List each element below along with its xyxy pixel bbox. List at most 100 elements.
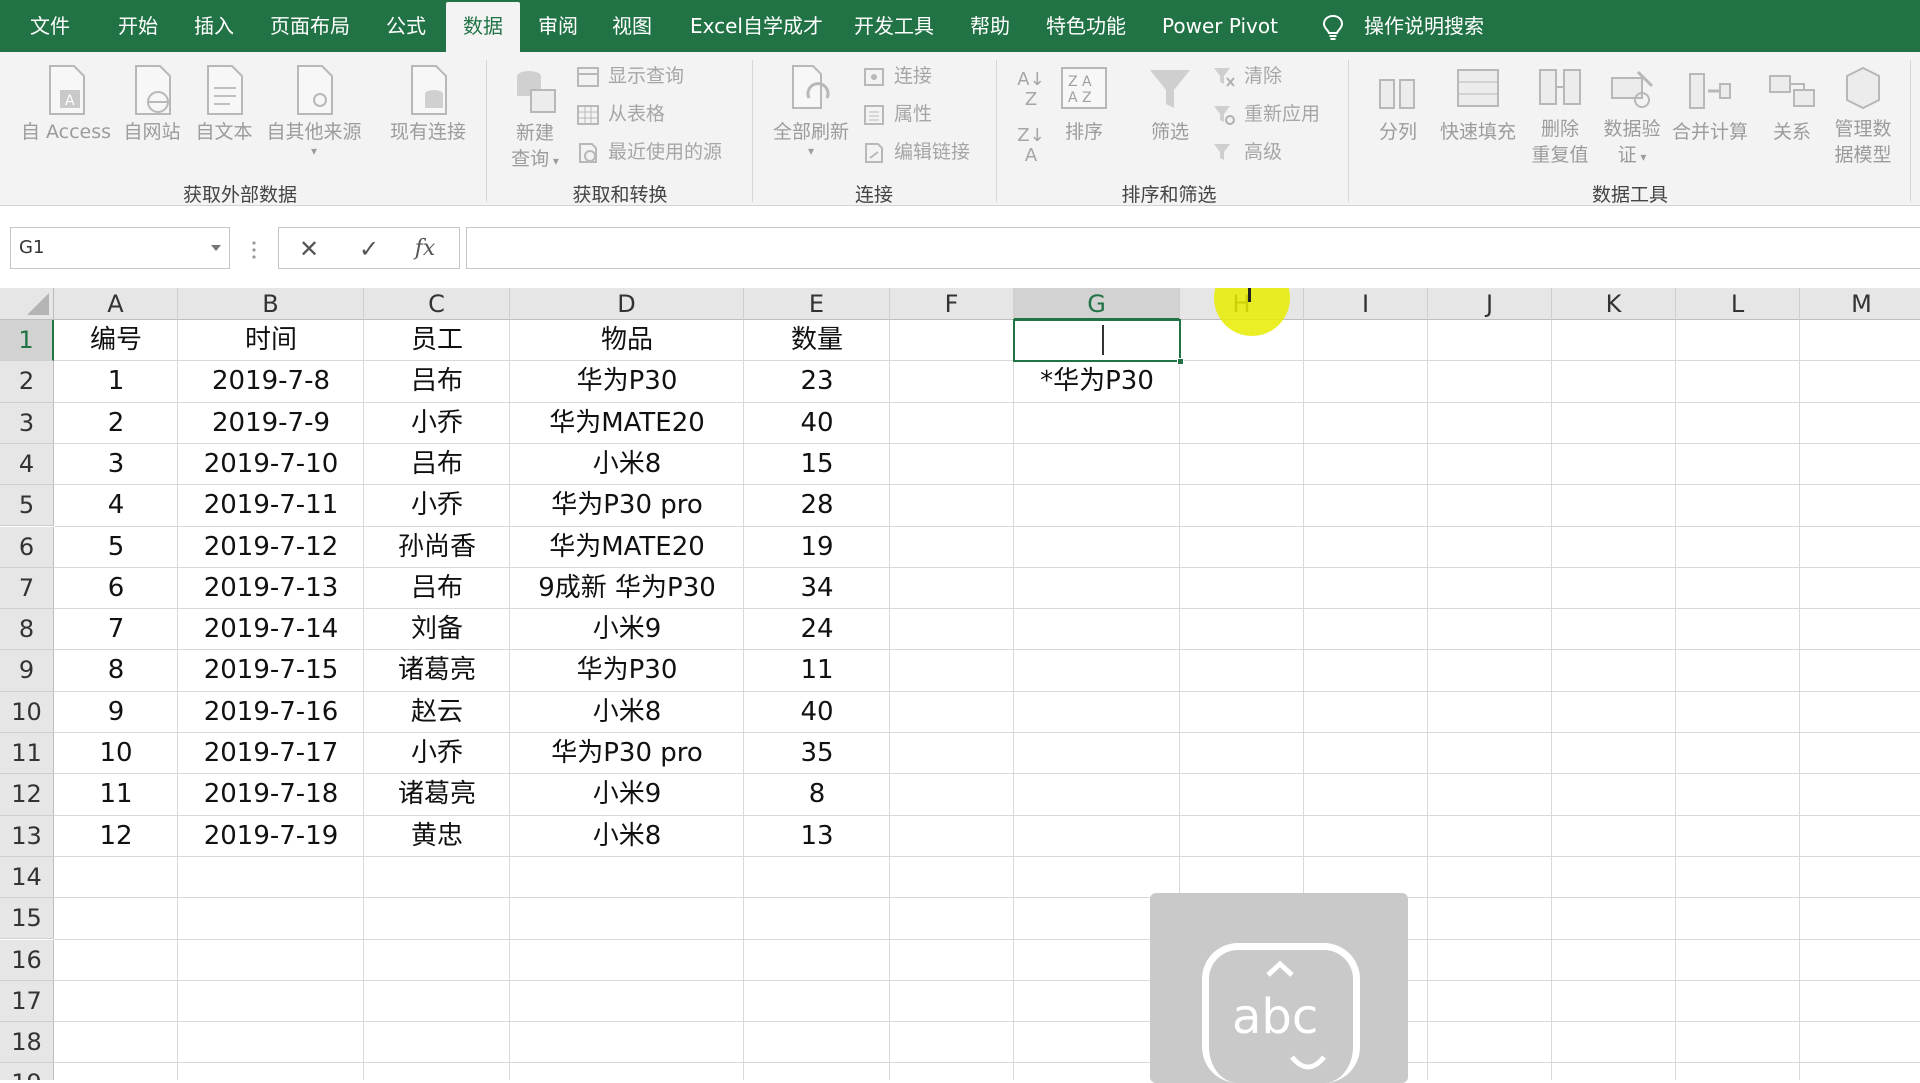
table-cell[interactable]: 小米8 (510, 692, 744, 733)
text-to-columns-button[interactable]: 分列 (1366, 64, 1430, 144)
table-cell[interactable]: 小米8 (510, 444, 744, 485)
criteria-cell-g2[interactable]: *华为P30 (1014, 361, 1180, 402)
tell-me-search[interactable]: 操作说明搜索 (1364, 0, 1484, 52)
insert-function-icon[interactable]: fx (409, 234, 441, 264)
row-header-15[interactable]: 15 (0, 898, 54, 940)
column-header-c[interactable]: C (364, 288, 510, 320)
table-cell[interactable]: 2 (54, 403, 178, 444)
table-cell[interactable]: 小米9 (510, 609, 744, 650)
table-cell[interactable]: 13 (744, 816, 890, 857)
chevron-down-icon[interactable] (211, 245, 221, 251)
column-header-i[interactable]: I (1304, 288, 1428, 320)
table-cell[interactable]: 11 (744, 650, 890, 691)
table-cell[interactable]: 华为P30 pro (510, 733, 744, 774)
table-cell[interactable]: 19 (744, 527, 890, 568)
column-header-k[interactable]: K (1552, 288, 1676, 320)
manage-data-model-button[interactable]: 管理数 据模型 (1828, 64, 1898, 168)
consolidate-button[interactable]: 合并计算 (1668, 64, 1752, 144)
relationships-button[interactable]: 关系 (1760, 64, 1824, 144)
from-table-button[interactable]: 从表格 (576, 102, 665, 126)
table-cell[interactable]: 40 (744, 692, 890, 733)
cancel-icon[interactable]: ✕ (293, 234, 325, 264)
header-cell[interactable]: 数量 (744, 320, 890, 361)
sort-descending-button[interactable]: Z↓ A (1014, 126, 1048, 166)
new-query-button[interactable]: 新建 查询 ▾ (504, 66, 566, 174)
flash-fill-button[interactable]: 快速填充 (1436, 64, 1520, 144)
table-cell[interactable]: 2019-7-10 (178, 444, 364, 485)
ime-indicator[interactable]: abc (1150, 893, 1408, 1083)
row-header-19[interactable]: 19 (0, 1063, 54, 1080)
header-cell[interactable]: 编号 (54, 320, 178, 361)
table-cell[interactable]: 小乔 (364, 403, 510, 444)
column-header-a[interactable]: A (54, 288, 178, 320)
table-cell[interactable]: 孙尚香 (364, 527, 510, 568)
tab-view[interactable]: 视图 (612, 0, 652, 52)
table-cell[interactable]: 2019-7-14 (178, 609, 364, 650)
formula-input[interactable] (466, 227, 1920, 269)
tab-review[interactable]: 审阅 (538, 0, 578, 52)
table-cell[interactable]: 24 (744, 609, 890, 650)
row-header-3[interactable]: 3 (0, 402, 54, 444)
table-cell[interactable]: 11 (54, 774, 178, 815)
row-header-10[interactable]: 10 (0, 691, 54, 733)
table-cell[interactable]: 2019-7-18 (178, 774, 364, 815)
tab-power-pivot[interactable]: Power Pivot (1162, 0, 1278, 52)
column-header-f[interactable]: F (890, 288, 1014, 320)
table-cell[interactable]: 2019-7-9 (178, 403, 364, 444)
table-cell[interactable]: 3 (54, 444, 178, 485)
table-cell[interactable]: 7 (54, 609, 178, 650)
header-cell[interactable]: 时间 (178, 320, 364, 361)
table-cell[interactable]: 华为P30 (510, 361, 744, 402)
table-cell[interactable]: 黄忠 (364, 816, 510, 857)
enter-check-icon[interactable]: ✓ (353, 234, 385, 264)
table-cell[interactable]: 2019-7-15 (178, 650, 364, 691)
table-cell[interactable]: 小乔 (364, 733, 510, 774)
table-cell[interactable]: 小米9 (510, 774, 744, 815)
sort-button[interactable]: Z AA Z 排序 (1056, 64, 1112, 144)
table-cell[interactable]: 9 (54, 692, 178, 733)
row-header-4[interactable]: 4 (0, 443, 54, 486)
table-cell[interactable]: 8 (744, 774, 890, 815)
advanced-filter-button[interactable]: 高级 (1212, 140, 1282, 164)
row-header-7[interactable]: 7 (0, 567, 54, 610)
name-box[interactable]: G1 (10, 227, 230, 269)
row-header-2[interactable]: 2 (0, 361, 54, 403)
column-header-b[interactable]: B (178, 288, 364, 320)
table-cell[interactable]: 华为MATE20 (510, 403, 744, 444)
table-cell[interactable]: 吕布 (364, 568, 510, 609)
table-cell[interactable]: 小米8 (510, 816, 744, 857)
active-cell-g1[interactable] (1013, 319, 1184, 366)
table-cell[interactable]: 2019-7-19 (178, 816, 364, 857)
table-cell[interactable]: 6 (54, 568, 178, 609)
row-header-5[interactable]: 5 (0, 485, 54, 527)
table-cell[interactable]: 小乔 (364, 485, 510, 526)
row-header-11[interactable]: 11 (0, 733, 54, 775)
table-cell[interactable]: 吕布 (364, 361, 510, 402)
tab-insert[interactable]: 插入 (194, 0, 234, 52)
from-other-sources-button[interactable]: 自其他来源 ▾ (264, 64, 364, 158)
tab-developer[interactable]: 开发工具 (854, 0, 934, 52)
row-header-12[interactable]: 12 (0, 774, 54, 816)
drag-handle-icon[interactable] (252, 240, 256, 260)
table-cell[interactable]: 2019-7-12 (178, 527, 364, 568)
tab-special[interactable]: 特色功能 (1046, 0, 1126, 52)
table-cell[interactable]: 华为P30 (510, 650, 744, 691)
table-cell[interactable]: 5 (54, 527, 178, 568)
table-cell[interactable]: 40 (744, 403, 890, 444)
table-cell[interactable]: 2019-7-13 (178, 568, 364, 609)
refresh-all-button[interactable]: 全部刷新 ▾ (766, 64, 856, 158)
from-web-button[interactable]: 自网站 (120, 64, 184, 144)
select-all-corner[interactable] (0, 288, 54, 320)
table-cell[interactable]: 4 (54, 485, 178, 526)
properties-button[interactable]: 属性 (862, 102, 932, 126)
column-header-e[interactable]: E (744, 288, 890, 320)
column-header-l[interactable]: L (1676, 288, 1800, 320)
table-cell[interactable]: 28 (744, 485, 890, 526)
tab-data[interactable]: 数据 (446, 2, 520, 52)
filter-button[interactable]: 筛选 (1140, 64, 1200, 144)
table-cell[interactable]: 华为MATE20 (510, 527, 744, 568)
table-cell[interactable]: 赵云 (364, 692, 510, 733)
table-cell[interactable]: 诸葛亮 (364, 650, 510, 691)
data-validation-button[interactable]: 数据验 证 ▾ (1600, 64, 1664, 170)
column-header-g[interactable]: G (1014, 288, 1180, 320)
